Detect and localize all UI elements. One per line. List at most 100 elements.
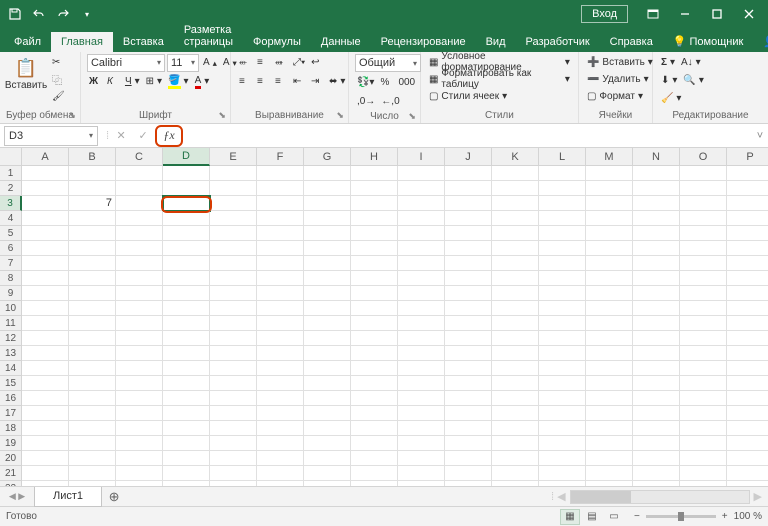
align-middle-button[interactable]: ≡: [255, 55, 271, 71]
cell[interactable]: [445, 196, 492, 211]
cell[interactable]: [257, 286, 304, 301]
qat-customize-icon[interactable]: ▾: [76, 3, 98, 25]
cell[interactable]: [633, 196, 680, 211]
row-header[interactable]: 18: [0, 421, 22, 436]
cell[interactable]: [257, 271, 304, 286]
cell[interactable]: [351, 421, 398, 436]
cell[interactable]: [22, 436, 69, 451]
cell[interactable]: [727, 211, 768, 226]
cell[interactable]: [210, 241, 257, 256]
cell[interactable]: [445, 256, 492, 271]
cell[interactable]: [22, 466, 69, 481]
cell[interactable]: [210, 166, 257, 181]
cell[interactable]: [680, 301, 727, 316]
row-header[interactable]: 16: [0, 391, 22, 406]
cell[interactable]: [680, 466, 727, 481]
column-header[interactable]: M: [586, 148, 633, 166]
cell[interactable]: [727, 421, 768, 436]
cell[interactable]: [304, 271, 351, 286]
cell[interactable]: [304, 466, 351, 481]
cell[interactable]: [351, 166, 398, 181]
cell[interactable]: [163, 466, 210, 481]
cell[interactable]: [163, 316, 210, 331]
cell[interactable]: [633, 481, 680, 486]
cell[interactable]: [304, 451, 351, 466]
cell[interactable]: [398, 166, 445, 181]
cell[interactable]: [539, 271, 586, 286]
cell[interactable]: [304, 211, 351, 226]
cell[interactable]: [680, 316, 727, 331]
undo-icon[interactable]: [28, 3, 50, 25]
column-header[interactable]: N: [633, 148, 680, 166]
cell[interactable]: [492, 331, 539, 346]
cell[interactable]: [304, 301, 351, 316]
autosum-button[interactable]: Σ▾: [659, 55, 677, 71]
number-format-combo[interactable]: Общий▾: [355, 54, 421, 72]
cell[interactable]: [633, 271, 680, 286]
cell[interactable]: [210, 226, 257, 241]
cell[interactable]: [445, 451, 492, 466]
fill-button[interactable]: ⬇▾: [659, 73, 679, 89]
cell[interactable]: [351, 361, 398, 376]
cell[interactable]: [69, 301, 116, 316]
cell[interactable]: [445, 226, 492, 241]
cell[interactable]: [69, 181, 116, 196]
cell[interactable]: [351, 196, 398, 211]
cell[interactable]: [539, 181, 586, 196]
tab-file[interactable]: Файл: [4, 32, 51, 52]
row-header[interactable]: 14: [0, 361, 22, 376]
cell[interactable]: [257, 421, 304, 436]
cell[interactable]: [304, 226, 351, 241]
zoom-level[interactable]: 100 %: [734, 511, 762, 522]
decrease-decimal-button[interactable]: ←,0: [379, 94, 401, 110]
row-header[interactable]: 11: [0, 316, 22, 331]
cell[interactable]: [633, 286, 680, 301]
redo-icon[interactable]: [52, 3, 74, 25]
cell[interactable]: [445, 301, 492, 316]
cell[interactable]: [680, 436, 727, 451]
cell[interactable]: [539, 286, 586, 301]
tab-pagelayout[interactable]: Разметка страницы: [174, 20, 243, 52]
cell[interactable]: [727, 346, 768, 361]
minimize-icon[interactable]: [670, 3, 700, 25]
cell[interactable]: [257, 226, 304, 241]
cell[interactable]: [210, 196, 257, 211]
cell[interactable]: [210, 211, 257, 226]
cell[interactable]: [398, 256, 445, 271]
cell[interactable]: [445, 286, 492, 301]
cell[interactable]: [304, 241, 351, 256]
cell[interactable]: [680, 226, 727, 241]
cell[interactable]: [398, 361, 445, 376]
cell[interactable]: [210, 301, 257, 316]
tab-view[interactable]: Вид: [476, 32, 516, 52]
cell[interactable]: [163, 481, 210, 486]
clipboard-launcher-icon[interactable]: ⬊: [68, 110, 76, 121]
sheet-tab-active[interactable]: Лист1: [34, 487, 102, 507]
cell[interactable]: [539, 436, 586, 451]
cell[interactable]: [210, 181, 257, 196]
column-header[interactable]: A: [22, 148, 69, 166]
cell[interactable]: [351, 241, 398, 256]
cell[interactable]: [69, 331, 116, 346]
cell[interactable]: [69, 166, 116, 181]
cell[interactable]: [398, 481, 445, 486]
cell[interactable]: [445, 406, 492, 421]
cell[interactable]: [22, 166, 69, 181]
column-header[interactable]: J: [445, 148, 492, 166]
name-box[interactable]: D3▾: [4, 126, 98, 146]
cell[interactable]: [586, 226, 633, 241]
cell[interactable]: [351, 271, 398, 286]
cell[interactable]: [539, 451, 586, 466]
cell[interactable]: [116, 466, 163, 481]
format-cells-button[interactable]: ▢Формат▾: [585, 88, 645, 104]
cell[interactable]: [210, 271, 257, 286]
cell[interactable]: [492, 346, 539, 361]
cell[interactable]: [116, 241, 163, 256]
cell[interactable]: [210, 376, 257, 391]
cell[interactable]: [22, 421, 69, 436]
cell[interactable]: [492, 316, 539, 331]
cell[interactable]: [22, 361, 69, 376]
cell[interactable]: [727, 391, 768, 406]
cell[interactable]: [22, 256, 69, 271]
align-left-button[interactable]: ≡: [237, 74, 253, 90]
